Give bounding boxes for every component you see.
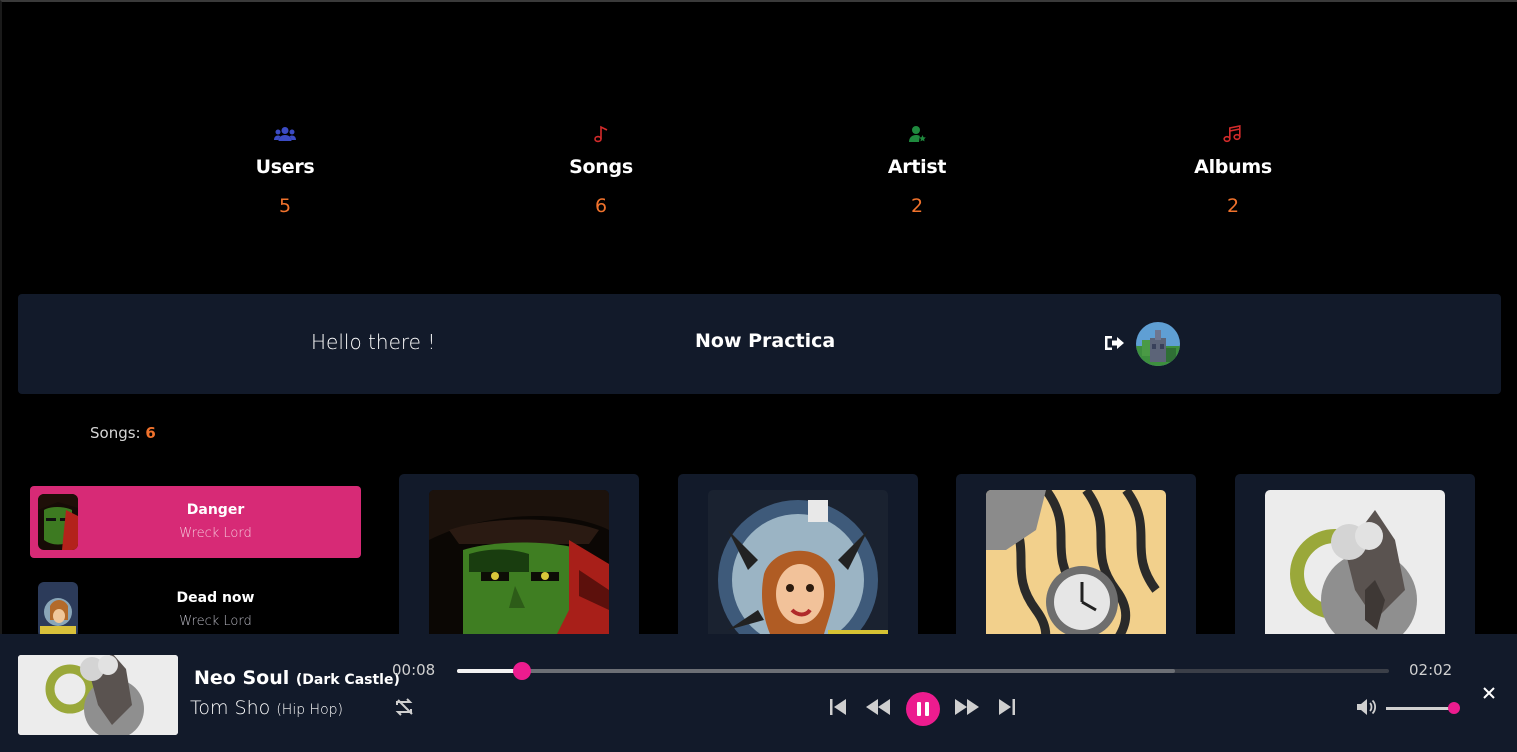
now-playing-artist: Tom Sho (Hip Hop)	[190, 697, 343, 719]
album-cover	[986, 490, 1166, 654]
album-card[interactable]	[1235, 474, 1475, 654]
now-playing-cover	[18, 655, 178, 735]
song-title: Danger	[186, 502, 245, 518]
avatar[interactable]	[1136, 322, 1180, 366]
seek-bar[interactable]	[457, 662, 1389, 680]
stat-users: Users 5	[185, 122, 385, 217]
seek-handle[interactable]	[513, 662, 532, 680]
stat-songs: Songs 6	[501, 122, 701, 217]
rewind-icon[interactable]	[864, 696, 892, 718]
volume-slider[interactable]	[1386, 702, 1460, 714]
skip-previous-icon[interactable]	[827, 696, 849, 718]
album-cover	[708, 490, 888, 654]
stat-value: 2	[910, 195, 924, 217]
album-card[interactable]	[678, 474, 918, 654]
stat-value: 5	[278, 195, 292, 217]
users-icon	[185, 122, 385, 146]
song-title: Dead now	[176, 590, 255, 606]
artist-icon	[817, 122, 1017, 146]
track-title: Neo Soul	[194, 667, 290, 689]
close-icon[interactable]	[1482, 684, 1496, 705]
song-artist: Wreck Lord	[179, 526, 252, 541]
volume-handle[interactable]	[1448, 702, 1460, 714]
album-card[interactable]	[956, 474, 1196, 654]
stat-label: Artist	[887, 156, 947, 178]
album-cover	[429, 490, 609, 654]
song-count-label: Songs:	[90, 424, 141, 442]
track-artist: Tom Sho	[190, 697, 271, 719]
stat-label: Songs	[569, 156, 633, 178]
stat-albums: Albums 2	[1133, 122, 1333, 217]
current-time: 00:08	[392, 661, 436, 679]
volume-level	[1386, 707, 1454, 710]
player-bar: Neo Soul (Dark Castle) Tom Sho (Hip Hop)…	[0, 634, 1517, 752]
stat-label: Albums	[1194, 156, 1272, 178]
song-count-value: 6	[145, 424, 156, 442]
stat-artist: Artist 2	[817, 122, 1017, 217]
volume-icon[interactable]	[1355, 696, 1377, 718]
greeting: Hello there !	[311, 330, 436, 354]
music-note-icon	[501, 122, 701, 146]
track-genre: (Hip Hop)	[276, 702, 343, 718]
pause-icon	[917, 702, 929, 716]
music-notes-icon	[1133, 122, 1333, 146]
fast-forward-icon[interactable]	[953, 696, 981, 718]
pause-button[interactable]	[906, 692, 940, 726]
now-playing-title: Neo Soul (Dark Castle)	[194, 667, 400, 689]
track-album: (Dark Castle)	[295, 672, 400, 688]
skip-next-icon[interactable]	[996, 696, 1018, 718]
stat-value: 2	[1226, 195, 1240, 217]
seek-buffered	[457, 669, 1175, 673]
stat-value: 6	[594, 195, 608, 217]
album-card[interactable]	[399, 474, 639, 654]
header-bar: Hello there ! Now Practica	[18, 294, 1501, 394]
total-time: 02:02	[1409, 661, 1453, 679]
song-artist: Wreck Lord	[179, 614, 252, 629]
logout-icon[interactable]	[1103, 334, 1125, 356]
stat-label: Users	[255, 156, 315, 178]
album-cover	[1265, 490, 1445, 654]
username: Now Practica	[695, 330, 836, 352]
list-item[interactable]: Danger Wreck Lord	[30, 486, 361, 558]
song-count: Songs: 6	[90, 424, 156, 442]
repeat-icon[interactable]	[393, 696, 415, 718]
